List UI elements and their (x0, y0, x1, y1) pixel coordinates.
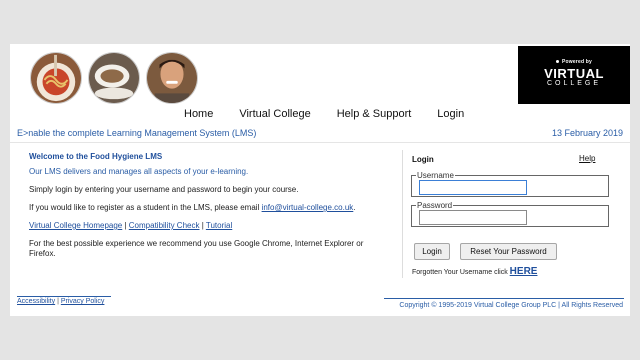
login-panel: Login Help Username Password Login Reset… (402, 150, 616, 278)
register-text-prefix: If you would like to register as a stude… (29, 203, 262, 212)
logo-powered-by: Powered by (518, 59, 630, 65)
nav-home[interactable]: Home (184, 108, 213, 120)
virtual-college-homepage-link[interactable]: Virtual College Homepage (29, 221, 122, 230)
forgot-username-link[interactable]: HERE (510, 266, 538, 277)
logo-powered-by-text: Powered by (561, 59, 593, 65)
browser-recommendation: For the best possible experience we reco… (29, 239, 364, 258)
welcome-panel: Welcome to the Food Hygiene LMS Our LMS … (29, 152, 391, 267)
username-label: Username (417, 171, 454, 180)
food-photo (30, 52, 82, 104)
nav-login[interactable]: Login (437, 108, 464, 120)
page: Powered by VIRTUAL COLLEGE Home Virtual … (10, 44, 630, 316)
register-text: If you would like to register as a stude… (29, 203, 391, 213)
forgot-username-text: Forgotten Your Username click (412, 269, 510, 276)
login-title: Login (412, 155, 434, 164)
tutorial-link[interactable]: Tutorial (206, 221, 232, 230)
accessibility-link[interactable]: Accessibility (17, 298, 55, 305)
header-divider (10, 142, 630, 143)
password-fieldset: Password (411, 201, 609, 227)
helpful-links: Virtual College Homepage | Compatibility… (29, 221, 391, 231)
person-photo (146, 52, 198, 104)
password-input[interactable] (419, 210, 527, 225)
copyright: Copyright © 1995-2019 Virtual College Gr… (399, 302, 623, 309)
welcome-title: Welcome to the Food Hygiene LMS (29, 152, 163, 161)
coffee-photo (88, 52, 140, 104)
register-text-suffix: . (353, 203, 356, 212)
intro-text: Our LMS delivers and manages all aspects… (29, 167, 249, 176)
tagline: E>nable the complete Learning Management… (17, 128, 257, 138)
footer-right-rule (384, 298, 624, 299)
footer-links: Accessibility | Privacy Policy (17, 298, 104, 305)
virtual-college-logo[interactable]: Powered by VIRTUAL COLLEGE (518, 46, 630, 104)
compatibility-check-link[interactable]: Compatibility Check (129, 221, 200, 230)
forgot-username: Forgotten Your Username click HERE (412, 266, 537, 277)
logo-name: VIRTUAL (544, 66, 604, 81)
privacy-policy-link[interactable]: Privacy Policy (61, 298, 105, 305)
footer-left-rule (17, 296, 111, 297)
header-photos (30, 52, 198, 104)
login-instructions: Simply login by entering your username a… (29, 185, 299, 194)
logo-name-2: COLLEGE (546, 80, 602, 87)
password-label: Password (417, 201, 453, 210)
username-input[interactable] (419, 180, 527, 195)
login-button[interactable]: Login (414, 243, 450, 260)
help-link[interactable]: Help (579, 154, 595, 163)
email-link[interactable]: info@virtual-college.co.uk (262, 203, 354, 212)
main-nav: Home Virtual College Help & Support Logi… (184, 108, 464, 120)
username-fieldset: Username (411, 171, 609, 197)
logo-dot-icon (555, 60, 559, 64)
nav-help-support[interactable]: Help & Support (337, 108, 412, 120)
nav-virtual-college[interactable]: Virtual College (239, 108, 310, 120)
current-date: 13 February 2019 (551, 128, 623, 138)
reset-password-button[interactable]: Reset Your Password (460, 243, 557, 260)
